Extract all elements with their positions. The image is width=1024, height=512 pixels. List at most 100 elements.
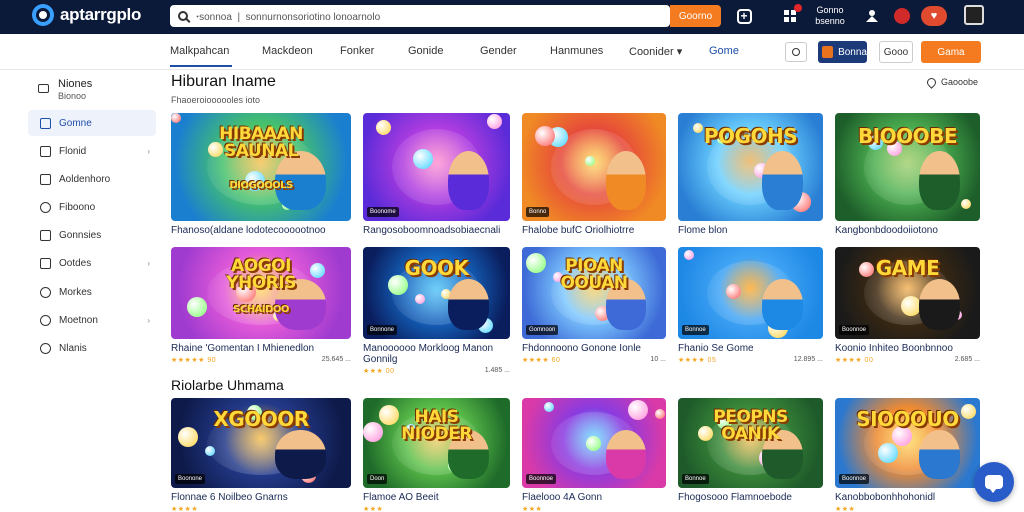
nav-search-button[interactable] [785,42,807,62]
game-thumbnail[interactable]: POGOHS [678,113,823,221]
game-thumbnail[interactable]: SIOOOUO Boonnoe [835,398,980,488]
game-card[interactable]: Bonno Fhalobe bufC Oriolhiotrre [522,113,666,236]
game-card[interactable]: Boonome Rangosoboomnoadsobiaecnali [363,113,510,236]
game-title[interactable]: Koonio Inhiteo Boonbnnoo [835,343,980,354]
tab-mackdeon[interactable]: Mackdeon [262,45,313,57]
game-title[interactable]: Manoooooo Morkloog Manon Gonnilg [363,343,510,365]
game-thumbnail[interactable]: XGOOOR Boonone [171,398,351,488]
game-title[interactable]: Fhanio Se Gome [678,343,823,354]
search-icon [40,201,51,213]
game-thumbnail[interactable]: HAIS NIODER Doon [363,398,510,488]
nav-primary-button[interactable]: Bonna [818,41,867,63]
game-title[interactable]: Flome blon [678,225,823,236]
game-card[interactable]: PEOPNS OANIK Bonnoe Fhogosooo Flamnoebode [678,398,823,503]
game-card[interactable]: XGOOOR Boonone Flonnae 6 Noilbeo Gnarns ★★★… [171,398,351,512]
game-thumbnail[interactable]: GAME Boonnoe [835,247,980,339]
sidebar-item-nlanis[interactable]: Nlanis [28,335,156,361]
tab-fonker[interactable]: Fonker [340,45,374,57]
search-icon [792,48,800,56]
game-thumbnail[interactable]: HIBAAAN SAUNAL DIOGOOOLS [171,113,351,221]
alert-button[interactable] [893,7,911,25]
avatar[interactable] [964,5,984,25]
sidebar-item-gonnsies[interactable]: Gonnsies [28,222,156,248]
game-title[interactable]: Fhalobe bufC Oriolhiotrre [522,225,666,236]
game-tag: Bonnone [367,325,398,335]
game-thumbnail[interactable]: GOOK Bonnone [363,247,510,339]
game-title-art: AOGOI YHORIS [226,256,296,294]
game-meta: ★★★★ 60 10 ... [522,356,666,364]
sidebar-item-morkes[interactable]: Morkes [28,279,156,305]
notifications-button[interactable] [781,4,802,25]
game-thumbnail[interactable]: PEOPNS OANIK Bonnoe [678,398,823,488]
game-thumbnail[interactable]: AOGOI YHORIS SCHAIDOO [171,247,351,339]
game-title[interactable]: Kangbonbdoodoiiotono [835,225,980,236]
game-title[interactable]: Rhaine 'Gomentan I Mhienedlon [171,343,351,354]
favorites-button[interactable]: ♥ [921,6,947,26]
game-title[interactable]: Fhogosooo Flamnoebode [678,492,823,503]
game-title[interactable]: Fhanoso(aldane lodotecoooootnoo [171,225,351,236]
game-title[interactable]: Fhdonnoono Gonone Ionle [522,343,666,354]
game-card[interactable]: SIOOOUO Boonnoe Kanobbobonhhohonidl ★★★ [835,398,980,512]
game-card[interactable]: HIBAAAN SAUNAL DIOGOOOLS Fhanoso(aldane lo… [171,113,351,236]
game-card[interactable]: PIOAN OOUAN Gomnoon Fhdonnoono Gonone Ionl… [522,247,666,364]
game-card[interactable]: GAME Boonnoe Koonio Inhiteo Boonbnnoo ★★★★ … [835,247,980,364]
account-label[interactable]: Gonno bsenno [812,5,848,27]
list-icon [40,173,51,185]
search-button[interactable]: Goorno [670,5,721,27]
game-title[interactable]: Rangosoboomnoadsobiaecnali [363,225,510,236]
tab-coonider[interactable]: Coonider ▾ [629,45,682,58]
sidebar-item-fiboono[interactable]: Fiboono [28,194,156,220]
play-count: 25.645 ... [321,356,351,363]
game-card[interactable]: BIOOOBE Kangbonbdoodoiiotono [835,113,980,236]
sidebar-item-aoldenhoro[interactable]: Aoldenhoro [28,166,156,192]
game-card[interactable]: Boonnoe Flaelooo 4A Gonn ★★★ [522,398,666,512]
art-orb [171,113,181,123]
game-title-art: PEOPNS OANIK [713,406,788,444]
filter-button[interactable]: Gaooobe [925,75,978,89]
game-title[interactable]: Flonnae 6 Noilbeo Gnarns [171,492,351,503]
game-thumbnail[interactable]: BIOOOBE [835,113,980,221]
rating-stars: ★★★★ [171,506,199,512]
nav-secondary-button[interactable]: Gooo [879,41,913,63]
game-card[interactable]: AOGOI YHORIS SCHAIDOO Rhaine 'Gomentan I M… [171,247,351,364]
game-title-art: HIBAAAN SAUNAL [219,123,303,161]
art-orb [544,402,554,412]
plus-icon: + [736,8,752,24]
game-title[interactable]: Flaelooo 4A Gonn [522,492,666,503]
sidebar-item-moetnon[interactable]: Moetnon › [28,307,156,333]
game-thumbnail[interactable]: Boonome [363,113,510,221]
sidebar-item-ootdes[interactable]: Ootdes › [28,250,156,276]
tab-malkpahcan[interactable]: Malkpahcan [170,45,229,57]
search-icon [178,11,188,21]
tab-gonide[interactable]: Gonide [408,45,443,57]
nav-cta-button[interactable]: Gama [921,41,981,63]
game-thumbnail[interactable]: Boonnoe [522,398,666,488]
game-meta: ★★★ [363,505,510,512]
character-art [605,150,646,211]
search-input[interactable] [196,10,636,22]
game-tag: Boonnoe [526,474,557,484]
page-subtitle: Fhaoeroioooooles ioto [171,95,261,105]
rating-stars: ★★★ 00 [363,368,395,375]
user-icon[interactable] [863,7,881,25]
tab-gender[interactable]: Gender [480,45,517,57]
game-thumbnail[interactable]: Bonnoe [678,247,823,339]
sidebar-item-flonid[interactable]: Flonid › [28,138,156,164]
chat-button[interactable] [974,462,1014,502]
game-card[interactable]: GOOK Bonnone Manoooooo Morkloog Manon Gonn… [363,247,510,375]
game-card[interactable]: POGOHS Flome blon [678,113,823,236]
tab-gome[interactable]: Gome [709,45,739,57]
sidebar-item-gomne[interactable]: Gomne [28,110,156,136]
sidebar-user[interactable]: Niones Bionoo [38,78,92,101]
brand-logo[interactable]: aptarrgplo [32,4,141,26]
game-thumbnail[interactable]: Bonno [522,113,666,221]
create-button[interactable]: + [735,7,753,25]
game-card[interactable]: Bonnoe Fhanio Se Gome ★★★★ 05 12.895 ... [678,247,823,364]
art-orb [376,120,391,135]
game-title[interactable]: Kanobbobonhhohonidl [835,492,980,503]
game-thumbnail[interactable]: PIOAN OOUAN Gomnoon [522,247,666,339]
tab-hanmunes[interactable]: Hanmunes [550,45,603,57]
game-title[interactable]: Flamoe AO Beeit [363,492,510,503]
game-card[interactable]: HAIS NIODER Doon Flamoe AO Beeit ★★★ [363,398,510,512]
play-count: 2.685 ... [954,356,980,363]
